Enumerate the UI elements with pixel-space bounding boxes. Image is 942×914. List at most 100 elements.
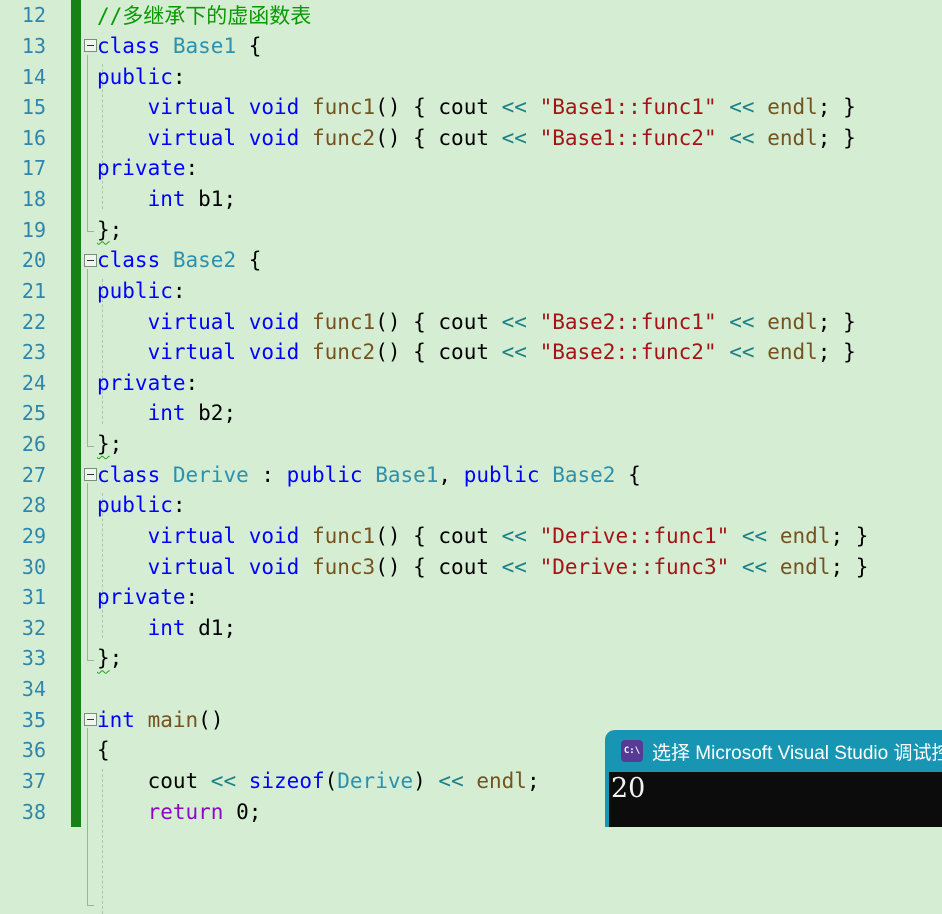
line-number[interactable]: 24: [0, 371, 46, 395]
code-token: sizeof: [249, 769, 325, 793]
fold-toggle-icon[interactable]: [84, 39, 97, 52]
console-window[interactable]: C:\ 选择 Microsoft Visual Studio 调试控 20: [605, 730, 942, 827]
line-number[interactable]: 18: [0, 187, 46, 211]
code-line[interactable]: 29 virtual void func1() { cout << "Deriv…: [0, 521, 942, 552]
code-line[interactable]: 33};: [0, 643, 942, 674]
code-line[interactable]: 20 class Base2 {: [0, 245, 942, 276]
code-line[interactable]: 13class Base1 {: [0, 31, 942, 62]
code-token: b2;: [186, 401, 237, 425]
code-line[interactable]: 25 int b2;: [0, 398, 942, 429]
code-token: class: [97, 248, 160, 272]
line-number[interactable]: 28: [0, 493, 46, 517]
code-token: ;: [110, 218, 123, 242]
code-token: [717, 95, 730, 119]
code-token: int: [148, 187, 186, 211]
code-line[interactable]: 27class Derive : public Base1, public Ba…: [0, 459, 942, 490]
code-line[interactable]: 32 int d1;: [0, 613, 942, 644]
line-number[interactable]: 31: [0, 585, 46, 609]
line-number[interactable]: 16: [0, 126, 46, 150]
console-titlebar[interactable]: C:\ 选择 Microsoft Visual Studio 调试控: [605, 730, 942, 772]
code-editor[interactable]: 12//多继承下的虚函数表13class Base1 {14public:15 …: [0, 0, 942, 827]
code-token: virtual: [148, 340, 237, 364]
line-number[interactable]: 23: [0, 340, 46, 364]
code-line[interactable]: 19};: [0, 214, 942, 245]
fold-margin: [83, 245, 97, 276]
fold-margin: [83, 766, 97, 797]
line-number[interactable]: 15: [0, 95, 46, 119]
code-line[interactable]: 28public:: [0, 490, 942, 521]
code-line[interactable]: 24private:: [0, 368, 942, 399]
code-token: cout: [97, 769, 211, 793]
line-number[interactable]: 14: [0, 65, 46, 89]
code-line[interactable]: 26};: [0, 429, 942, 460]
code-line[interactable]: 21public:: [0, 276, 942, 307]
code-line[interactable]: 14 public:: [0, 61, 942, 92]
code-text: private:: [97, 585, 198, 609]
code-token: [236, 310, 249, 334]
line-number[interactable]: 37: [0, 769, 46, 793]
code-line[interactable]: 30 virtual void func3() { cout << "Deriv…: [0, 551, 942, 582]
line-number[interactable]: 30: [0, 555, 46, 579]
code-token: (: [325, 769, 338, 793]
code-line[interactable]: 18 int b1;: [0, 184, 942, 215]
line-number[interactable]: 22: [0, 310, 46, 334]
code-token: [527, 310, 540, 334]
code-token: func1: [312, 524, 375, 548]
fold-toggle-icon[interactable]: [84, 713, 97, 726]
code-token: [755, 310, 768, 334]
code-text: public:: [97, 65, 186, 89]
code-line[interactable]: 15 virtual void func1() { cout << "Base1…: [0, 92, 942, 123]
line-number[interactable]: 26: [0, 432, 46, 456]
line-number[interactable]: 13: [0, 34, 46, 58]
line-number[interactable]: 21: [0, 279, 46, 303]
code-token: [299, 126, 312, 150]
code-token: d1;: [186, 616, 237, 640]
fold-margin: [83, 368, 97, 399]
code-token: [717, 340, 730, 364]
code-token: [97, 524, 148, 548]
line-number[interactable]: 20: [0, 248, 46, 272]
fold-toggle-icon[interactable]: [84, 254, 97, 267]
code-line[interactable]: 34: [0, 674, 942, 705]
code-line[interactable]: 12//多继承下的虚函数表: [0, 0, 942, 31]
code-token: Base2: [173, 248, 236, 272]
code-text: };: [97, 432, 122, 456]
code-token: [97, 126, 148, 150]
line-number[interactable]: 12: [0, 3, 46, 27]
code-line[interactable]: 22 virtual void func1() { cout << "Base2…: [0, 306, 942, 337]
line-number[interactable]: 19: [0, 218, 46, 242]
fold-margin: [83, 551, 97, 582]
console-icon[interactable]: C:\: [621, 740, 643, 762]
console-title: 选择 Microsoft Visual Studio 调试控: [652, 738, 942, 765]
line-number[interactable]: 32: [0, 616, 46, 640]
code-token: {: [236, 248, 261, 272]
code-line[interactable]: 23 virtual void func2() { cout << "Base2…: [0, 337, 942, 368]
code-token: :: [173, 279, 186, 303]
line-number[interactable]: 38: [0, 800, 46, 824]
code-token: <<: [502, 126, 527, 150]
code-token: ;: [527, 769, 540, 793]
line-number[interactable]: 33: [0, 646, 46, 670]
line-number[interactable]: 27: [0, 463, 46, 487]
code-token: [97, 187, 148, 211]
code-line[interactable]: 16 virtual void func2() { cout << "Base1…: [0, 123, 942, 154]
line-number[interactable]: 36: [0, 738, 46, 762]
line-number[interactable]: 35: [0, 708, 46, 732]
line-number[interactable]: 25: [0, 401, 46, 425]
code-token: endl: [780, 524, 831, 548]
line-number[interactable]: 34: [0, 677, 46, 701]
code-token: [767, 555, 780, 579]
code-line[interactable]: 17private:: [0, 153, 942, 184]
code-token: () { cout: [375, 126, 501, 150]
code-token: [755, 95, 768, 119]
code-line[interactable]: 31 private:: [0, 582, 942, 613]
line-number[interactable]: 17: [0, 156, 46, 180]
code-token: [527, 95, 540, 119]
line-number[interactable]: 29: [0, 524, 46, 548]
code-token: Base1: [173, 34, 236, 58]
console-output-area[interactable]: 20: [609, 772, 942, 827]
code-token: <<: [742, 524, 767, 548]
code-token: [135, 708, 148, 732]
code-token: <<: [502, 310, 527, 334]
fold-toggle-icon[interactable]: [84, 468, 97, 481]
